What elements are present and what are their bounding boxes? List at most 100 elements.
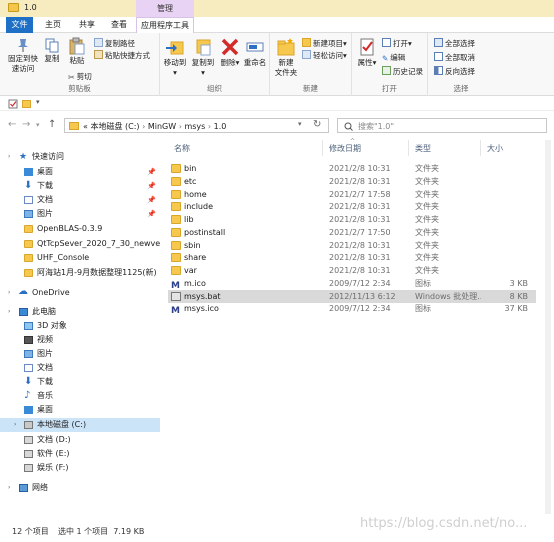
up-arrow-icon[interactable]: ↑ — [48, 119, 56, 130]
nav-folder-uhf[interactable]: UHF_Console — [0, 251, 160, 265]
nav-downloads-pinned[interactable]: ⬇ 下载 📌 — [0, 179, 160, 193]
new-folder-button[interactable]: 新建 文件夹 — [274, 37, 298, 78]
nav-pc-videos[interactable]: 视频 — [0, 333, 160, 347]
easy-access-button[interactable]: 轻松访问▾ — [302, 50, 347, 61]
properties-button[interactable]: 属性▾ — [356, 37, 378, 68]
nav-folder-qttcp[interactable]: QtTcpSever_2020_7_30_newversion — [0, 237, 160, 251]
table-row[interactable]: bin 2021/2/8 10:31 文件夹 — [168, 162, 536, 175]
copy-path-button[interactable]: 复制路径 — [94, 38, 135, 49]
nav-pc-e-drive[interactable]: 软件 (E:) — [0, 447, 160, 461]
nav-pc-item-label: 音乐 — [37, 391, 53, 400]
file-date: 2021/2/8 10:31 — [329, 176, 391, 186]
table-row[interactable]: lib 2021/2/8 10:31 文件夹 — [168, 213, 536, 226]
tab-file[interactable]: 文件 — [6, 17, 33, 33]
nav-pc-d-drive[interactable]: 文档 (D:) — [0, 433, 160, 447]
paste-button[interactable]: 粘贴 — [66, 37, 88, 66]
breadcrumb-c-drive[interactable]: 本地磁盘 (C:) — [90, 122, 139, 131]
nav-network[interactable]: › 网络 — [0, 481, 160, 495]
address-bar[interactable]: « 本地磁盘 (C:) › MinGW › msys › 1.0 ▾ ↻ — [64, 118, 329, 133]
table-row[interactable]: Mm.ico 2009/7/12 2:34 图标 3 KB — [168, 277, 536, 291]
new-item-button[interactable]: 新建项目▾ — [302, 38, 347, 49]
nav-folder-openblas[interactable]: OpenBLAS-0.3.9 — [0, 222, 160, 236]
move-to-button[interactable]: 移动到▾ — [162, 37, 188, 78]
pin-icon[interactable]: 📌 — [147, 207, 156, 221]
nav-documents-pinned[interactable]: 文档 📌 — [0, 193, 160, 207]
search-input[interactable]: 搜索"1.0" — [337, 118, 547, 133]
tab-share[interactable]: 共享 — [72, 17, 102, 33]
history-button[interactable]: 历史记录 — [382, 66, 423, 77]
nav-pc-3d-objects[interactable]: 3D 对象 — [0, 319, 160, 333]
rename-button[interactable]: 重命名 — [242, 37, 268, 68]
nav-pc-f-drive[interactable]: 娱乐 (F:) — [0, 461, 160, 475]
column-divider[interactable] — [480, 140, 481, 156]
nav-folder-ahai[interactable]: 阿海站1月-9月数据整理1125(新) — [0, 266, 160, 280]
table-row[interactable]: var 2021/2/8 10:31 文件夹 — [168, 264, 536, 277]
pin-quick-access-button[interactable]: 固定到快速访问 — [6, 37, 40, 74]
expand-chevron-icon[interactable]: › — [8, 305, 10, 319]
pin-icon[interactable]: 📌 — [147, 193, 156, 207]
invert-selection-button[interactable]: 反向选择 — [434, 66, 475, 77]
manage-context-tab[interactable]: 管理 — [136, 0, 194, 17]
nav-onedrive[interactable]: › ☁ OneDrive — [0, 286, 160, 300]
back-arrow-icon[interactable]: ← — [8, 119, 16, 130]
paste-shortcut-button[interactable]: 粘贴快捷方式 — [94, 50, 150, 61]
nav-pc-documents[interactable]: 文档 — [0, 361, 160, 375]
nav-pc-desktop[interactable]: 桌面 — [0, 403, 160, 417]
copy-button[interactable]: 复制 — [42, 37, 62, 64]
open-button[interactable]: 打开▾ — [382, 38, 412, 49]
recent-chevron-icon[interactable]: ▾ — [36, 121, 40, 129]
tab-app-tools[interactable]: 应用程序工具 — [136, 17, 194, 33]
breadcrumb-1-0[interactable]: 1.0 — [214, 122, 227, 131]
select-all-button[interactable]: 全部选择 — [434, 38, 475, 49]
file-type: Windows 批处理... — [415, 291, 481, 301]
nav-this-pc-label: 此电脑 — [32, 307, 56, 316]
expand-chevron-icon[interactable]: › — [8, 150, 10, 164]
column-name[interactable]: 名称 — [174, 143, 190, 154]
edit-button[interactable]: ✎ 编辑 — [382, 52, 405, 63]
table-row[interactable]: Mmsys.ico 2009/7/12 2:34 图标 37 KB — [168, 302, 536, 316]
table-row[interactable]: home 2021/2/7 17:58 文件夹 — [168, 188, 536, 201]
organize-group: 移动到▾ 复制到▾ 删除▾ 重命名 组织 — [160, 33, 270, 96]
pin-icon[interactable]: 📌 — [147, 179, 156, 193]
nav-pc-pictures[interactable]: 图片 — [0, 347, 160, 361]
new-folder-small-icon[interactable] — [22, 100, 31, 108]
column-divider[interactable] — [408, 140, 409, 156]
scrollbar[interactable] — [545, 140, 551, 514]
pin-icon[interactable]: 📌 — [147, 165, 156, 179]
table-row[interactable]: msys.bat 2012/11/13 6:12 Windows 批处理... 8 K… — [168, 289, 536, 303]
nav-desktop-pinned[interactable]: 桌面 📌 — [0, 165, 160, 179]
forward-arrow-icon[interactable]: → — [22, 119, 30, 130]
table-row[interactable]: etc 2021/2/8 10:31 文件夹 — [168, 175, 536, 188]
column-divider[interactable] — [322, 140, 323, 156]
select-none-button[interactable]: 全部取消 — [434, 52, 475, 63]
nav-this-pc[interactable]: › 此电脑 — [0, 305, 160, 319]
nav-quick-access[interactable]: › ★ 快速访问 — [0, 150, 160, 164]
column-type[interactable]: 类型 — [415, 143, 431, 154]
nav-pc-item-label: 文档 — [37, 363, 53, 372]
expand-chevron-icon[interactable]: › — [8, 481, 10, 495]
column-date[interactable]: 修改日期 — [329, 143, 361, 154]
table-row[interactable]: sbin 2021/2/8 10:31 文件夹 — [168, 239, 536, 252]
column-size[interactable]: 大小 — [487, 143, 503, 154]
table-row[interactable]: share 2021/2/8 10:31 文件夹 — [168, 251, 536, 264]
breadcrumb-overflow[interactable]: « — [83, 122, 88, 131]
nav-pc-music[interactable]: ♪ 音乐 — [0, 389, 160, 403]
delete-button[interactable]: 删除▾ — [220, 37, 240, 68]
cut-button[interactable]: ✂ 剪切 — [68, 71, 92, 82]
tab-home[interactable]: 主页 — [38, 17, 68, 33]
address-dropdown-icon[interactable]: ▾ — [298, 120, 302, 128]
nav-pc-downloads[interactable]: ⬇ 下载 — [0, 375, 160, 389]
nav-pictures-pinned[interactable]: 图片 📌 — [0, 207, 160, 221]
refresh-icon[interactable]: ↻ — [313, 119, 321, 130]
tab-view[interactable]: 查看 — [104, 17, 134, 33]
expand-chevron-icon[interactable]: › — [8, 286, 10, 300]
breadcrumb-mingw[interactable]: MinGW — [148, 122, 176, 131]
table-row[interactable]: postinstall 2021/2/7 17:50 文件夹 — [168, 226, 536, 239]
nav-pc-c-drive[interactable]: › 本地磁盘 (C:) — [0, 418, 160, 432]
expand-chevron-icon[interactable]: › — [14, 418, 16, 432]
properties-small-icon[interactable] — [8, 99, 18, 109]
table-row[interactable]: include 2021/2/8 10:31 文件夹 — [168, 200, 536, 213]
qat-dropdown-icon[interactable]: ▾ — [36, 98, 40, 106]
breadcrumb-msys[interactable]: msys — [184, 122, 205, 131]
copy-to-button[interactable]: 复制到▾ — [190, 37, 216, 78]
